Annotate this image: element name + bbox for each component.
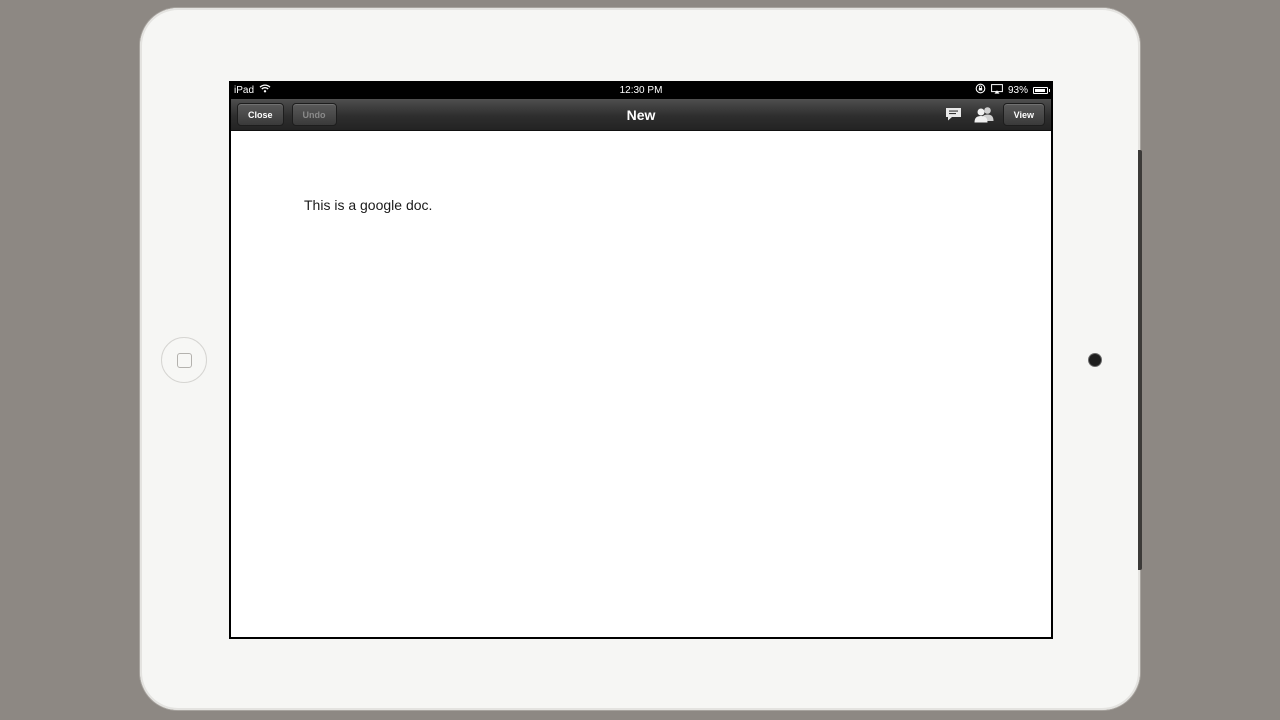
device-name-label: iPad: [234, 84, 255, 96]
undo-button[interactable]: Undo: [291, 103, 337, 126]
status-right: 93%: [975, 83, 1050, 97]
comments-icon[interactable]: [943, 104, 965, 126]
status-time: 12:30 PM: [619, 84, 663, 96]
airplay-icon: [991, 83, 1003, 97]
document-body[interactable]: This is a google doc.: [231, 131, 1051, 637]
ipad-screen: iPad 12:30 PM 93% Close Undo New View Th…: [229, 81, 1053, 639]
wifi-icon: [259, 84, 271, 96]
rotation-lock-icon: [975, 83, 986, 97]
close-button[interactable]: Close: [237, 103, 284, 126]
battery-icon: [1033, 86, 1050, 94]
status-bar: iPad 12:30 PM 93%: [231, 81, 1051, 99]
status-left: iPad: [234, 84, 271, 96]
document-text[interactable]: This is a google doc.: [304, 197, 432, 213]
home-button-icon: [176, 352, 192, 368]
home-button[interactable]: [161, 337, 207, 383]
editor-toolbar: Close Undo New View: [231, 99, 1051, 131]
toolbar-right-group: View: [943, 103, 1045, 126]
toolbar-left-group: Close Undo: [237, 103, 337, 126]
view-button[interactable]: View: [1002, 103, 1045, 126]
share-people-icon[interactable]: [973, 104, 995, 126]
battery-percent: 93%: [1007, 84, 1028, 96]
device-side-button: [1138, 150, 1142, 570]
camera-lens: [1089, 354, 1101, 366]
document-title: New: [626, 106, 656, 123]
battery-level-fill: [1035, 88, 1046, 92]
